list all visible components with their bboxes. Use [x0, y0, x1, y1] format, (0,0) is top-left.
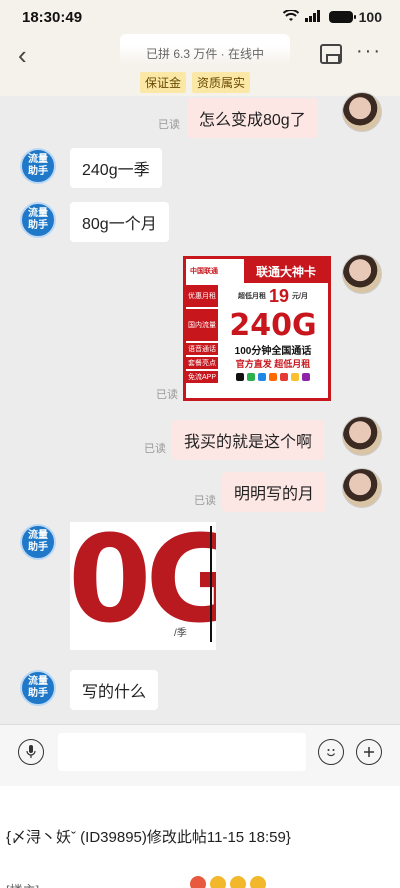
message-bubble-user[interactable]: 怎么变成80g了 — [187, 98, 318, 138]
user-avatar[interactable] — [342, 468, 382, 508]
bot-avatar[interactable]: 流量助手 — [20, 670, 56, 706]
tiktok-icon — [236, 373, 244, 381]
status-right: 100 — [282, 9, 382, 25]
product-card-image[interactable]: 中国联通 联通大神卡 优惠月租 超低月租 19 元/月 国内流量 240G 语音… — [183, 256, 331, 401]
unicom-logo: 中国联通 — [190, 268, 218, 275]
app-icons — [236, 373, 310, 381]
back-icon[interactable]: ‹ — [18, 42, 27, 68]
rent-price: 19 — [269, 285, 290, 306]
message-bubble-bot[interactable]: 写的什么 — [70, 670, 159, 710]
data-amount: 240G — [229, 307, 317, 343]
row-value: 官方直发 超低月租 — [235, 358, 311, 369]
message-input[interactable] — [58, 733, 306, 771]
card-row-rent: 优惠月租 超低月租 19 元/月 — [186, 283, 328, 307]
user-avatar[interactable] — [342, 254, 382, 294]
bot-avatar[interactable]: 流量助手 — [20, 202, 56, 238]
read-receipt: 已读 — [194, 495, 216, 507]
battery-icon — [328, 11, 356, 23]
bot-avatar[interactable]: 流量助手 — [20, 148, 56, 184]
app-icon — [258, 373, 266, 381]
card-banner: 联通大神卡 — [244, 259, 328, 283]
signal-icon — [304, 9, 323, 25]
forum-footer: {〆浔丶妖ˇ (ID39895)修改此帖11-15 18:59} [楼主] — [0, 786, 400, 888]
store-icon[interactable] — [320, 44, 342, 64]
shop-badges: 保证金 资质属实 — [140, 72, 251, 93]
row-label: 优惠月租 — [186, 285, 218, 307]
deposit-badge: 保证金 — [140, 72, 187, 93]
user-avatar[interactable] — [342, 416, 382, 456]
rent-unit: 元/月 — [292, 293, 308, 300]
chat-area[interactable]: 已读 怎么变成80g了 流量助手 240g一季 流量助手 80g一个月 已读 中… — [0, 92, 400, 724]
card-row-data: 国内流量 240G — [186, 307, 328, 343]
wifi-icon — [282, 9, 299, 25]
bot-avatar-text: 流量助手 — [28, 676, 48, 699]
app-icon — [302, 373, 310, 381]
battery-level: 100 — [358, 9, 382, 25]
read-receipt: 已读 — [156, 389, 178, 401]
reaction-emojis — [190, 876, 266, 888]
card-row-voice: 语音通话 100分钟全国通话 — [186, 341, 328, 357]
add-icon[interactable] — [356, 739, 382, 765]
image-unit: /季 — [174, 628, 187, 639]
bot-avatar-text: 流量助手 — [28, 530, 48, 553]
bot-avatar-text: 流量助手 — [28, 208, 48, 231]
read-receipt: 已读 — [158, 119, 180, 131]
row-label: 套餐亮点 — [186, 357, 218, 369]
bot-avatar[interactable]: 流量助手 — [20, 524, 56, 560]
more-icon[interactable]: ··· — [356, 40, 382, 63]
shop-title[interactable]: 已拼 6.3 万件 · 在线中 — [120, 34, 290, 64]
qualification-badge: 资质属实 — [192, 72, 251, 93]
card-top: 中国联通 联通大神卡 — [186, 259, 328, 283]
row-value: 超低月租 19 元/月 — [218, 285, 328, 307]
emoji-icon — [230, 876, 246, 888]
emoji-icon — [250, 876, 266, 888]
row-label: 免流APP — [186, 371, 218, 383]
emoji-icon — [190, 876, 206, 888]
card-row-apps: 免流APP — [186, 369, 328, 383]
row-label: 语音通话 — [186, 343, 218, 355]
status-time: 18:30:49 — [22, 8, 83, 26]
image-big-text: 0G — [70, 522, 216, 650]
edit-note: {〆浔丶妖ˇ (ID39895)修改此帖11-15 18:59} — [6, 829, 291, 846]
chat-header: ‹ 已拼 6.3 万件 · 在线中 保证金 资质属实 ··· — [0, 34, 400, 96]
app-icon — [280, 373, 288, 381]
message-bubble-bot[interactable]: 80g一个月 — [70, 202, 169, 242]
row-value: 100分钟全国通话 — [234, 345, 312, 357]
voice-icon[interactable] — [18, 739, 44, 765]
image-message[interactable]: 0G /季 — [70, 522, 216, 650]
status-bar: 18:30:49 100 — [0, 0, 400, 34]
message-bubble-user[interactable]: 我买的就是这个啊 — [172, 420, 325, 460]
emoji-icon[interactable] — [318, 739, 344, 765]
read-receipt: 已读 — [144, 443, 166, 455]
row-label: 国内流量 — [186, 309, 218, 341]
image-divider — [210, 526, 212, 642]
bot-avatar-text: 流量助手 — [28, 154, 48, 177]
app-icon — [269, 373, 277, 381]
user-avatar[interactable] — [342, 92, 382, 132]
app-icon — [291, 373, 299, 381]
card-row-highlight: 套餐亮点 官方直发 超低月租 — [186, 355, 328, 369]
input-bar — [0, 724, 400, 804]
row-value: 240G — [218, 307, 328, 343]
row-value — [218, 371, 328, 383]
rent-tiny: 超低月租 — [238, 293, 266, 300]
message-bubble-user[interactable]: 明明写的月 — [222, 472, 327, 512]
next-post-label[interactable]: [楼主] — [6, 880, 39, 888]
message-bubble-bot[interactable]: 240g一季 — [70, 148, 162, 188]
app-icon — [247, 373, 255, 381]
emoji-icon — [210, 876, 226, 888]
shop-stats: 已拼 6.3 万件 · 在线中 — [145, 47, 264, 61]
